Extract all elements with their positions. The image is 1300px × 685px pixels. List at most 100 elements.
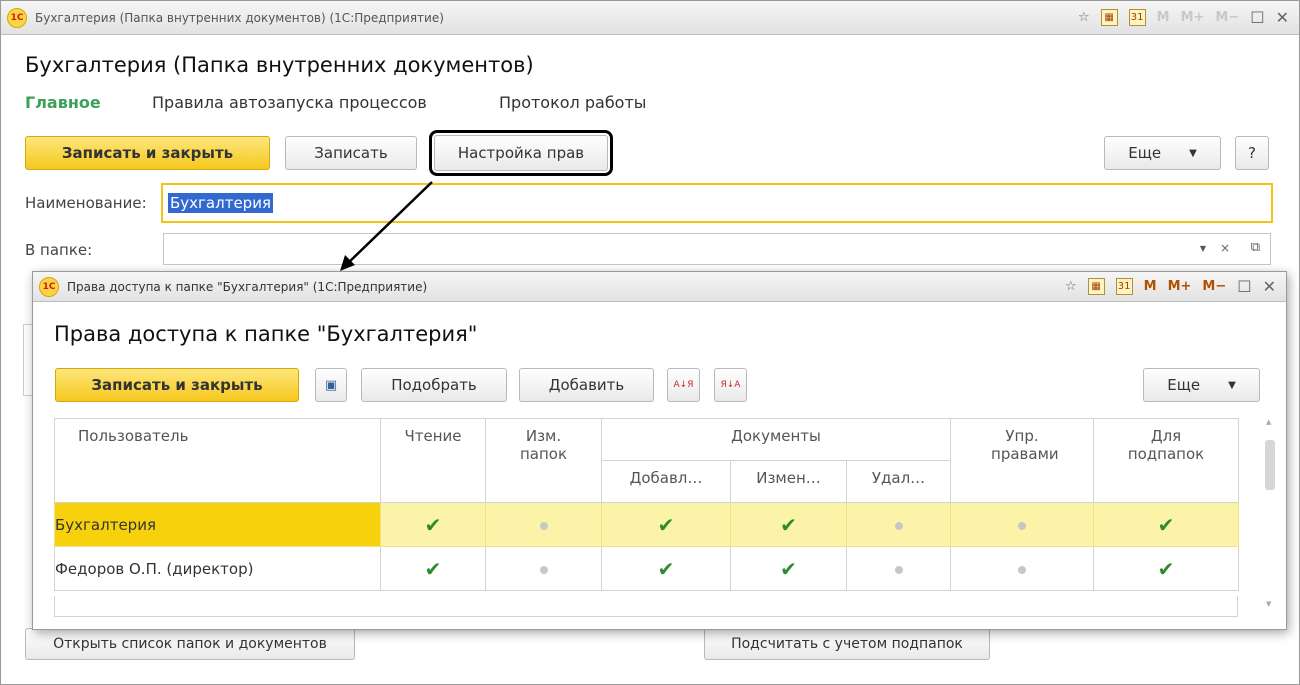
empty-dot-icon — [894, 565, 903, 574]
header-doc-change[interactable]: Измен… — [730, 460, 847, 503]
checkmark-icon: ✔ — [780, 556, 797, 581]
row-cell[interactable] — [950, 502, 1095, 547]
row-cell[interactable]: ✔ — [730, 502, 847, 547]
empty-dot-icon — [539, 521, 548, 530]
row-user[interactable]: Федоров О.П. (директор) — [54, 546, 381, 591]
dialog-memory-m-button[interactable]: M — [1144, 279, 1157, 294]
empty-dot-icon — [894, 521, 903, 530]
dialog-memory-mminus-button[interactable]: M− — [1202, 279, 1226, 294]
table-empty-area — [54, 596, 1238, 617]
name-label: Наименование: — [25, 194, 147, 212]
table-row[interactable]: Бухгалтерия ✔ ✔ ✔ ✔ — [54, 502, 1240, 547]
scroll-up-icon[interactable]: ▲ — [1266, 418, 1271, 426]
close-icon[interactable]: ✕ — [1276, 8, 1289, 27]
folder-field[interactable]: ▼ × ⧉ — [163, 233, 1271, 265]
save-button[interactable]: Записать — [285, 136, 417, 170]
tab-autostart-rules[interactable]: Правила автозапуска процессов — [152, 93, 427, 112]
row-cell[interactable]: ✔ — [601, 546, 731, 591]
dialog-maximize-icon[interactable]: ☐ — [1237, 277, 1251, 296]
header-doc-delete[interactable]: Удал… — [845, 460, 952, 503]
row-user[interactable]: Бухгалтерия — [54, 502, 381, 547]
header-for-subfolders[interactable]: Для подпапок — [1093, 418, 1240, 503]
scrollbar-thumb[interactable] — [1265, 440, 1275, 490]
main-window-title: Бухгалтерия (Папка внутренних документов… — [35, 10, 444, 25]
memory-m-button[interactable]: M — [1157, 10, 1170, 25]
add-button[interactable]: Добавить — [519, 368, 654, 402]
checkmark-icon: ✔ — [657, 512, 675, 537]
header-manage-rights[interactable]: Упр. правами — [950, 418, 1095, 503]
dialog-more-button[interactable]: Еще ▼ — [1143, 368, 1260, 402]
name-value: Бухгалтерия — [168, 193, 273, 213]
empty-dot-icon — [1018, 565, 1027, 574]
row-cell[interactable]: ✔ — [1093, 546, 1240, 591]
dialog-title-bar: 1С Права доступа к папке "Бухгалтерия" (… — [33, 272, 1286, 302]
dialog-window-title: Права доступа к папке "Бухгалтерия" (1С:… — [67, 279, 428, 294]
header-doc-add[interactable]: Добавл… — [601, 460, 731, 503]
pick-button[interactable]: Подобрать — [361, 368, 507, 402]
table-row[interactable]: Федоров О.П. (директор) ✔ ✔ ✔ ✔ — [54, 546, 1240, 591]
memory-mminus-button[interactable]: M− — [1215, 10, 1239, 25]
table-header-row: Пользователь Чтение Изм. папок Документы… — [54, 418, 1240, 503]
dropdown-arrow-icon[interactable]: ▼ — [1200, 244, 1206, 253]
scroll-down-icon[interactable]: ▼ — [1266, 600, 1271, 608]
row-cell[interactable]: ✔ — [380, 546, 486, 591]
dialog-memory-mplus-button[interactable]: M+ — [1168, 279, 1192, 294]
tab-main[interactable]: Главное — [25, 93, 101, 112]
calendar-icon[interactable]: 31 — [1128, 9, 1146, 26]
checkmark-icon: ✔ — [1157, 512, 1175, 537]
main-title-bar: 1С Бухгалтерия (Папка внутренних докумен… — [1, 1, 1299, 35]
help-button[interactable]: ? — [1235, 136, 1269, 170]
checkmark-icon: ✔ — [780, 512, 797, 537]
calculator-icon[interactable]: ▦ — [1100, 9, 1118, 26]
row-cell[interactable]: ✔ — [380, 502, 486, 547]
checkmark-icon: ✔ — [1157, 556, 1175, 581]
row-cell[interactable] — [845, 546, 952, 591]
clear-icon[interactable]: × — [1220, 241, 1230, 255]
count-with-subfolders-button[interactable]: Подсчитать с учетом подпапок — [704, 628, 990, 660]
sort-ascending-icon[interactable]: А↓Я — [667, 368, 700, 402]
header-documents[interactable]: Документы — [600, 418, 952, 461]
dialog-title: Права доступа к папке "Бухгалтерия" — [54, 322, 478, 346]
maximize-icon[interactable]: ☐ — [1250, 8, 1264, 27]
page-title: Бухгалтерия (Папка внутренних документов… — [25, 53, 534, 77]
vertical-scrollbar[interactable]: ▲ ▼ — [1262, 418, 1278, 618]
dialog-calculator-icon[interactable]: ▦ — [1087, 278, 1105, 295]
empty-dot-icon — [539, 565, 548, 574]
row-cell[interactable]: ✔ — [601, 502, 731, 547]
row-cell[interactable]: ✔ — [730, 546, 847, 591]
chevron-down-icon: ▼ — [1189, 147, 1197, 159]
tab-work-log[interactable]: Протокол работы — [499, 93, 646, 112]
name-field[interactable]: Бухгалтерия — [161, 183, 1273, 223]
row-cell[interactable] — [485, 502, 602, 547]
dialog-app-logo-icon: 1С — [39, 276, 59, 297]
sort-descending-icon[interactable]: Я↓А — [714, 368, 747, 402]
memory-mplus-button[interactable]: M+ — [1181, 10, 1205, 25]
save-disk-icon[interactable]: ▣ — [315, 368, 347, 402]
checkmark-icon: ✔ — [424, 512, 442, 537]
save-and-close-button[interactable]: Записать и закрыть — [25, 136, 270, 170]
more-button[interactable]: Еще ▼ — [1104, 136, 1221, 170]
row-cell[interactable] — [485, 546, 602, 591]
checkmark-icon: ✔ — [424, 556, 442, 581]
access-rights-button[interactable]: Настройка прав — [429, 130, 613, 176]
header-read[interactable]: Чтение — [380, 418, 486, 503]
open-icon[interactable]: ⧉ — [1251, 240, 1260, 255]
favorite-icon[interactable]: ☆ — [1078, 10, 1090, 25]
open-folders-list-button[interactable]: Открыть список папок и документов — [25, 628, 355, 660]
row-cell[interactable] — [950, 546, 1095, 591]
header-user[interactable]: Пользователь — [54, 418, 381, 503]
checkmark-icon: ✔ — [657, 556, 675, 581]
dialog-more-label: Еще — [1167, 376, 1201, 394]
empty-dot-icon — [1018, 521, 1027, 530]
folder-label: В папке: — [25, 241, 93, 259]
dialog-favorite-icon[interactable]: ☆ — [1065, 279, 1077, 294]
row-cell[interactable] — [845, 502, 952, 547]
dialog-calendar-icon[interactable]: 31 — [1115, 278, 1133, 295]
dialog-save-and-close-button[interactable]: Записать и закрыть — [55, 368, 299, 402]
app-logo-icon: 1С — [7, 7, 27, 28]
row-cell[interactable]: ✔ — [1093, 502, 1240, 547]
dialog-chevron-down-icon: ▼ — [1228, 379, 1236, 391]
dialog-close-icon[interactable]: ✕ — [1263, 277, 1276, 296]
more-label: Еще — [1128, 144, 1162, 162]
header-change-folders[interactable]: Изм. папок — [485, 418, 602, 503]
